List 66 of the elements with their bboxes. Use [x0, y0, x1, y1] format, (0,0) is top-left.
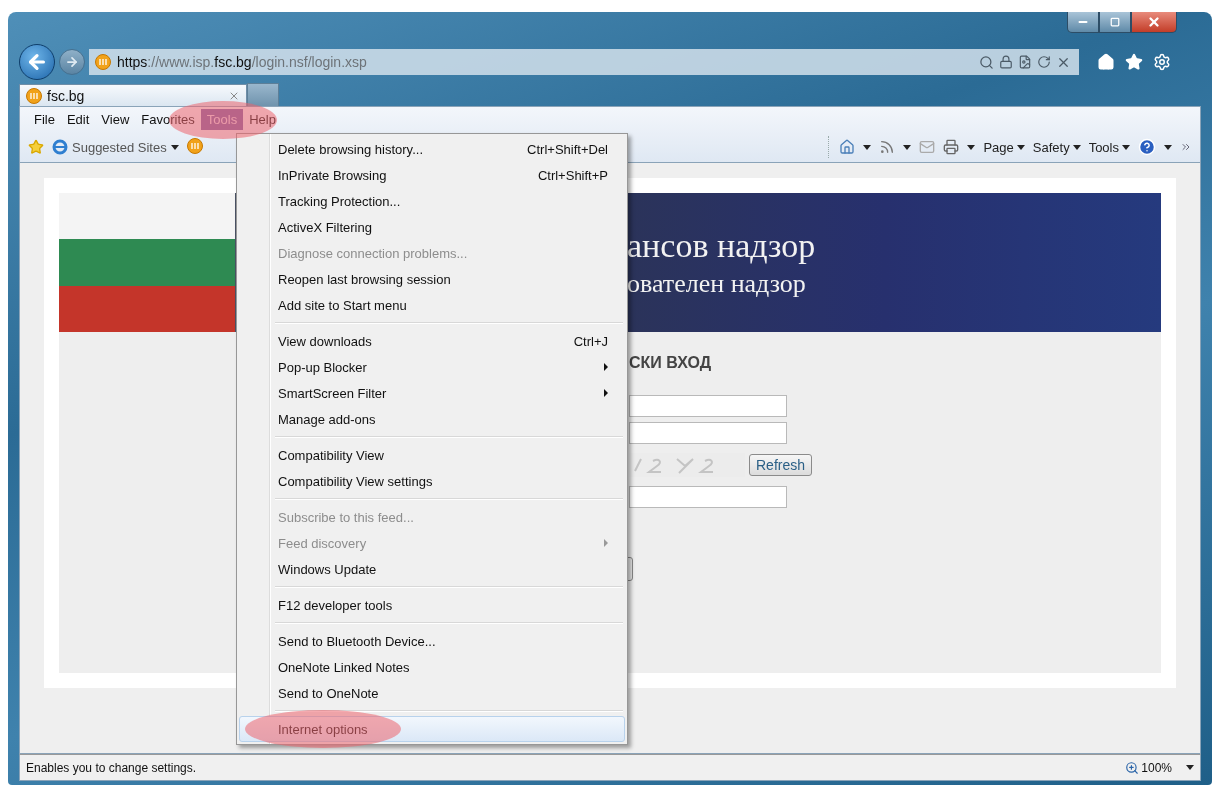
- back-button[interactable]: [19, 44, 55, 80]
- zoom-button[interactable]: 100%: [1125, 760, 1172, 775]
- maximize-button[interactable]: [1099, 12, 1131, 33]
- menu-item[interactable]: OneNote Linked Notes: [239, 654, 625, 680]
- url-text: https://www.isp.fsc.bg/login.nsf/login.xsp: [117, 54, 368, 70]
- menu-bar-item[interactable]: View: [95, 109, 136, 130]
- refresh-icon[interactable]: [1037, 55, 1051, 69]
- chevron-icon[interactable]: [1180, 141, 1192, 153]
- help-icon[interactable]: [1138, 138, 1156, 156]
- menu-item[interactable]: Tracking Protection...: [239, 188, 625, 214]
- menu-bar-item[interactable]: Favorites: [135, 109, 201, 130]
- search-icon[interactable]: [979, 54, 994, 70]
- login-heading: СКИ ВХОД: [629, 354, 713, 372]
- command-button[interactable]: Page: [983, 139, 1025, 155]
- menu-item[interactable]: View downloads Ctrl+J: [239, 328, 625, 354]
- shortcut-text: Ctrl+Shift+Del: [527, 141, 608, 157]
- menu-item[interactable]: Send to OneNote: [239, 680, 625, 706]
- menu-item[interactable]: Delete browsing history... Ctrl+Shift+Del: [239, 136, 625, 162]
- suggested-sites-button[interactable]: Suggested Sites: [52, 139, 179, 155]
- menu-bar-item[interactable]: File: [28, 109, 61, 130]
- browser-logo-icon: [52, 139, 68, 155]
- status-text: Enables you to change settings.: [26, 760, 198, 775]
- close-icon: [1147, 15, 1161, 29]
- menu-item[interactable]: Reopen last browsing session: [239, 266, 625, 292]
- command-button[interactable]: Safety: [1032, 139, 1081, 155]
- banner-subtitle: ователен надзор: [627, 267, 807, 300]
- menu-bar-item[interactable]: Help: [243, 109, 282, 130]
- menu-item[interactable]: F12 developer tools: [239, 592, 625, 618]
- home-icon[interactable]: [839, 139, 856, 155]
- menu-item[interactable]: Internet options: [239, 716, 625, 742]
- feed-icon[interactable]: [879, 139, 896, 155]
- close-button[interactable]: [1131, 12, 1177, 33]
- menu-item[interactable]: InPrivate Browsing Ctrl+Shift+P: [239, 162, 625, 188]
- maximize-icon: [1110, 17, 1120, 27]
- command-button[interactable]: Tools: [1088, 139, 1130, 155]
- forward-button[interactable]: [59, 49, 85, 75]
- menu-item[interactable]: Manage add-ons: [239, 406, 625, 432]
- menu-item[interactable]: Compatibility View: [239, 442, 625, 468]
- print-icon[interactable]: [943, 139, 960, 155]
- site-favicon-icon: [95, 54, 111, 70]
- menu-item[interactable]: Send to Bluetooth Device...: [239, 628, 625, 654]
- banner-title: ансов надзор: [627, 225, 816, 266]
- refresh-button[interactable]: Refresh: [749, 454, 813, 476]
- menu-item[interactable]: Windows Update: [239, 556, 625, 582]
- shortcut-text: Ctrl+J: [573, 333, 608, 349]
- lock-icon[interactable]: [999, 55, 1013, 69]
- zoom-icon: [1125, 760, 1140, 775]
- menu-item[interactable]: Compatibility View settings: [239, 468, 625, 494]
- favorites-icon[interactable]: [1125, 53, 1143, 71]
- page-icon[interactable]: [1018, 55, 1032, 69]
- browser-tab[interactable]: fsc.bg: [19, 84, 247, 106]
- menu-bar-item[interactable]: Edit: [60, 109, 96, 130]
- captcha-field[interactable]: [629, 486, 787, 508]
- site-favicon-icon: [186, 137, 203, 154]
- username-field[interactable]: [629, 395, 787, 417]
- menu-item[interactable]: ActiveX Filtering: [239, 214, 625, 240]
- menu-item[interactable]: SmartScreen Filter: [239, 380, 625, 406]
- settings-icon[interactable]: [1153, 53, 1171, 71]
- shortcut-text: Ctrl+Shift+P: [537, 167, 608, 183]
- minimize-button[interactable]: [1067, 12, 1099, 33]
- menu-item[interactable]: Pop-up Blocker: [239, 354, 625, 380]
- menu-item[interactable]: Add site to Start menu: [239, 292, 625, 318]
- password-field[interactable]: [629, 422, 787, 444]
- site-favicon-icon: [26, 87, 42, 104]
- forward-arrow-icon: [65, 55, 79, 69]
- address-field[interactable]: https://www.isp.fsc.bg/login.nsf/login.xsp: [89, 49, 1079, 75]
